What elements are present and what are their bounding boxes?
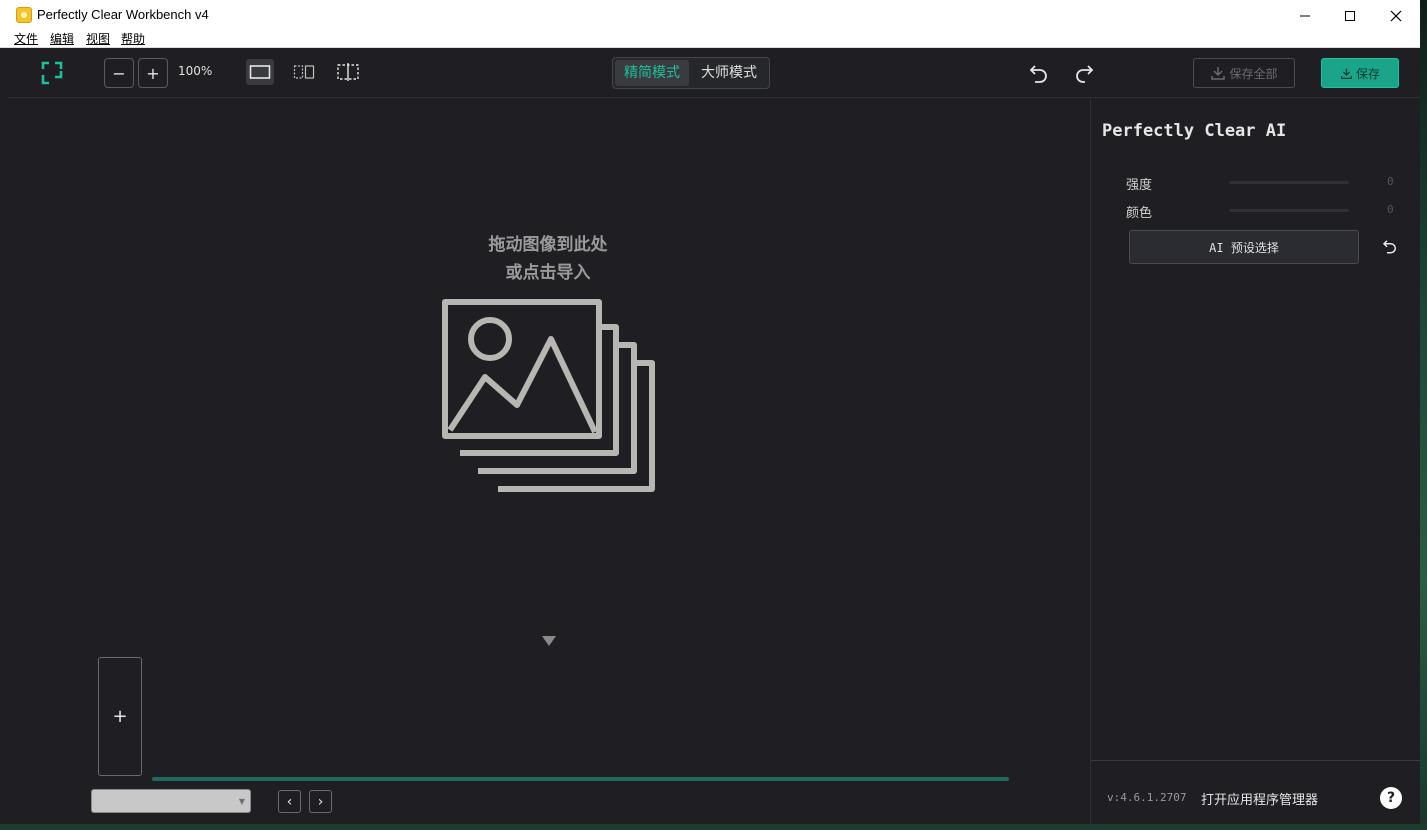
version-label: v:4.6.1.2707 [1107,791,1187,804]
drop-hint-line1: 拖动图像到此处 [488,235,608,255]
compare-view-button[interactable] [334,59,362,85]
download-icon [1211,67,1226,80]
import-images-icon[interactable] [440,297,658,497]
collapse-filmstrip-icon[interactable] [542,636,556,646]
mode-master-button[interactable]: 大师模式 [691,60,767,86]
split-view-icon [293,65,315,79]
app-brand-icon [41,61,63,85]
zoom-level: 100% [178,64,213,78]
save-all-button[interactable]: 保存全部 [1193,58,1295,88]
drop-hint-line2: 或点击导入 [505,263,591,283]
minimize-icon [1300,15,1310,16]
mode-simple-button[interactable]: 精简模式 [615,60,689,86]
app-logo-icon [16,7,32,23]
desktop-background-bottom [0,824,1427,830]
save-all-label: 保存全部 [1229,66,1278,81]
adjustments-panel: Perfectly Clear AI 强度 0 颜色 0 AI 预设选择 v:4… [1090,99,1421,824]
app-window: Perfectly Clear Workbench v4 文件 编辑 视图 帮助… [0,0,1421,824]
save-label: 保存 [1355,66,1380,81]
reset-icon[interactable] [1381,237,1399,255]
dropdown-arrow-icon: ▼ [238,797,245,806]
zoom-out-button[interactable]: − [104,58,134,88]
next-button[interactable]: › [309,790,332,813]
desktop-background [1420,0,1427,830]
strength-value: 0 [1387,175,1394,188]
strength-label: 强度 [1126,178,1153,193]
maximize-button[interactable] [1327,0,1373,31]
maximize-icon [1345,10,1355,21]
minimize-button[interactable] [1282,0,1328,31]
filter-dropdown[interactable]: ▼ [91,789,251,813]
split-view-button[interactable] [290,59,318,85]
title-bar: Perfectly Clear Workbench v4 [0,0,1420,31]
download-icon [1341,68,1352,79]
menu-view[interactable]: 视图 [86,31,110,47]
previous-button[interactable]: ‹ [278,790,301,813]
menu-bar: 文件 编辑 视图 帮助 [0,31,1420,48]
compare-view-icon [337,63,359,81]
close-icon [1390,10,1402,21]
ai-preset-button[interactable]: AI 预设选择 [1129,230,1359,264]
single-view-button[interactable] [246,59,274,85]
color-label: 颜色 [1126,206,1153,221]
color-value: 0 [1387,203,1394,216]
image-canvas[interactable]: 拖动图像到此处 或点击导入 + ▼ ‹ › [8,99,1089,824]
filmstrip-scrollbar[interactable] [152,777,1009,781]
open-app-manager-link[interactable]: 打开应用程序管理器 [1201,789,1318,808]
strength-slider[interactable] [1229,181,1349,184]
zoom-in-button[interactable]: + [138,58,168,88]
panel-divider [1091,760,1421,761]
save-button[interactable]: 保存 [1321,58,1399,88]
color-slider[interactable] [1229,209,1349,212]
window-title: Perfectly Clear Workbench v4 [37,7,209,22]
panel-title: Perfectly Clear AI [1102,121,1287,141]
toolbar: − + 100% 精简模式 大师模式 保存全部 保存 [8,48,1420,98]
mode-toggle: 精简模式 大师模式 [612,57,770,89]
single-view-icon [249,65,271,79]
menu-help[interactable]: 帮助 [121,31,145,47]
redo-icon[interactable] [1072,61,1096,85]
help-button[interactable]: ? [1380,787,1402,809]
close-button[interactable] [1373,0,1419,31]
undo-icon[interactable] [1027,61,1051,85]
add-image-button[interactable]: + [98,657,142,776]
menu-edit[interactable]: 编辑 [50,31,74,47]
menu-file[interactable]: 文件 [14,31,38,47]
